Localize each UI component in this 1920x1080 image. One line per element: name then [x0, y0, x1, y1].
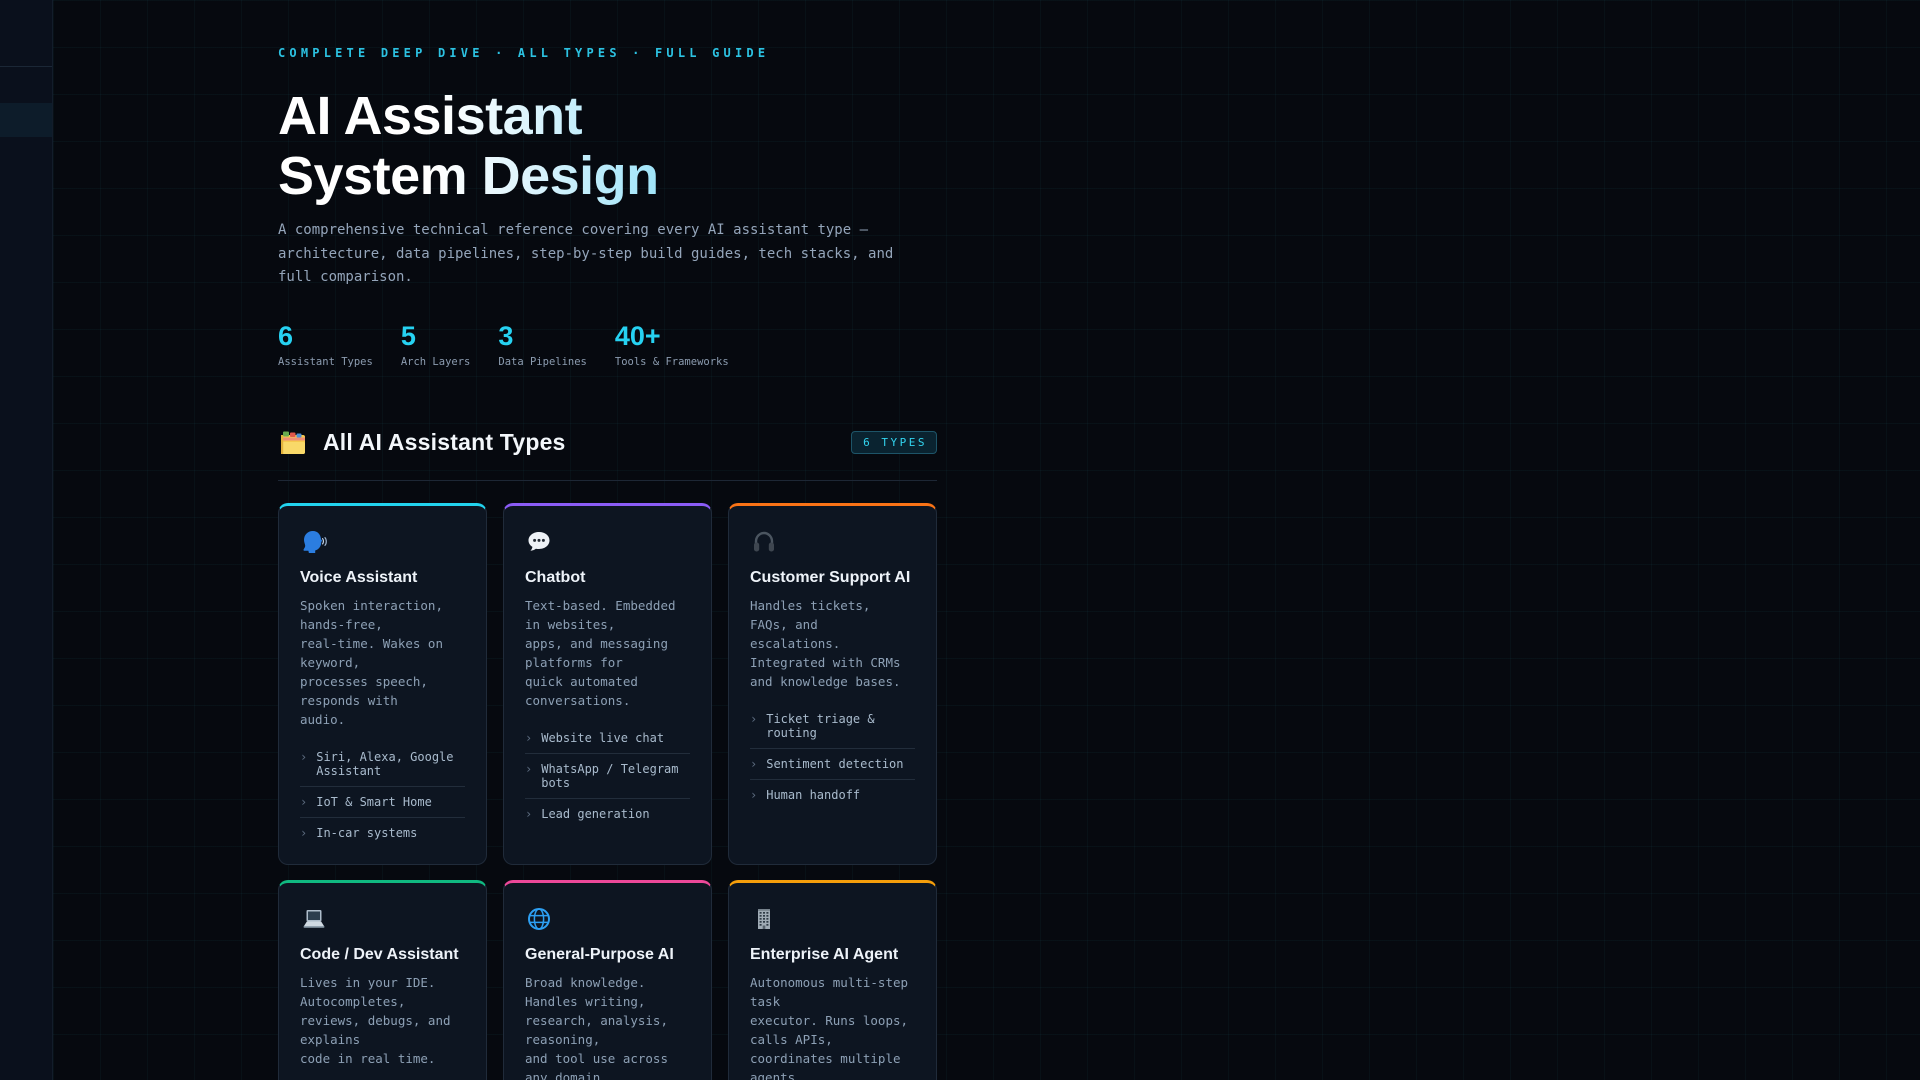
- card-code-dev-assistant[interactable]: Code / Dev Assistant Lives in your IDE. …: [278, 879, 487, 1080]
- card-description: Lives in your IDE. Autocompletes, review…: [300, 974, 451, 1066]
- list-item: › Website live chat: [525, 723, 690, 754]
- office-building-icon: [750, 905, 915, 933]
- list-item-text: Human handoff: [766, 787, 861, 802]
- card-chatbot[interactable]: Chatbot Text-based. Embedded in websites…: [503, 502, 712, 865]
- list-item: › WhatsApp / Telegram bots: [525, 754, 690, 799]
- types-count-badge: 6 TYPES: [851, 431, 937, 454]
- speaking-head-icon: [300, 528, 465, 556]
- assistant-types-section: All AI Assistant Types 6 TYPES Voice Ass…: [278, 428, 937, 1080]
- main-content: COMPLETE DEEP DIVE · ALL TYPES · FULL GU…: [53, 0, 1920, 1080]
- laptop-icon: [300, 905, 465, 933]
- card-description: Handles tickets, FAQs, and escalations. …: [750, 597, 901, 689]
- card-enterprise-ai-agent[interactable]: Enterprise AI Agent Autonomous multi-ste…: [728, 879, 937, 1080]
- list-item: › Lead generation: [525, 799, 690, 823]
- list-item: › In-car systems: [300, 818, 465, 842]
- chevron-icon: ›: [750, 711, 758, 726]
- list-item: › Ticket triage & routing: [750, 704, 915, 749]
- card-description: Spoken interaction, hands-free, real-tim…: [300, 597, 443, 727]
- list-item-text: In-car systems: [316, 825, 418, 840]
- stat-data-pipelines: 3 Data Pipelines: [498, 321, 587, 368]
- sidebar: [0, 0, 53, 1080]
- sidebar-nav-item-active[interactable]: [0, 103, 52, 137]
- eyebrow-text: COMPLETE DEEP DIVE · ALL TYPES · FULL GU…: [278, 46, 770, 60]
- list-item-text: Lead generation: [541, 806, 650, 821]
- globe-with-meridians-icon: [525, 905, 690, 933]
- assistant-type-cards: Voice Assistant Spoken interaction, hand…: [278, 502, 937, 1080]
- card-description: Broad knowledge. Handles writing, resear…: [525, 974, 668, 1080]
- list-item-text: Siri, Alexa, Google Assistant: [316, 749, 454, 778]
- chevron-icon: ›: [525, 761, 533, 776]
- card-title: Voice Assistant: [300, 568, 418, 586]
- content-column: COMPLETE DEEP DIVE · ALL TYPES · FULL GU…: [53, 0, 937, 1080]
- list-item: › IoT & Smart Home: [300, 787, 465, 818]
- list-item-text: WhatsApp / Telegram bots: [541, 761, 679, 790]
- card-title: Code / Dev Assistant: [300, 945, 459, 963]
- chevron-icon: ›: [300, 825, 308, 840]
- stat-value: 5: [400, 320, 416, 351]
- card-customer-support-ai[interactable]: Customer Support AI Handles tickets, FAQ…: [728, 502, 937, 865]
- section-header: All AI Assistant Types 6 TYPES: [278, 428, 937, 458]
- page-title: AI Assistant System Design: [278, 86, 659, 206]
- headphones-icon: [750, 528, 915, 556]
- card-title: General-Purpose AI: [525, 945, 674, 963]
- section-title: All AI Assistant Types: [323, 429, 566, 455]
- stat-label: Arch Layers: [400, 355, 471, 368]
- card-feature-list: › Website live chat › WhatsApp / Telegram …: [525, 723, 690, 823]
- card-description: Autonomous multi-step task executor. Run…: [750, 974, 909, 1080]
- page: COMPLETE DEEP DIVE · ALL TYPES · FULL GU…: [0, 0, 1920, 1080]
- card-title: Enterprise AI Agent: [750, 945, 899, 963]
- list-item-text: Sentiment detection: [766, 756, 904, 771]
- card-index-dividers-icon: [278, 428, 308, 458]
- list-item-text: IoT & Smart Home: [316, 794, 432, 809]
- stat-value: 40+: [614, 320, 661, 351]
- card-description: Text-based. Embedded in websites, apps, …: [525, 597, 676, 708]
- sidebar-nav-item[interactable]: [0, 67, 52, 103]
- section-divider: [278, 479, 937, 481]
- stat-arch-layers: 5 Arch Layers: [401, 321, 471, 368]
- chevron-icon: ›: [750, 756, 758, 771]
- stat-value: 6: [278, 320, 294, 351]
- stat-label: Assistant Types: [278, 355, 373, 368]
- list-item-text: Website live chat: [541, 730, 665, 745]
- list-item: › Sentiment detection: [750, 749, 915, 780]
- stats-row: 6 Assistant Types 5 Arch Layers 3 Data P…: [278, 321, 937, 368]
- stat-label: Tools & Frameworks: [614, 355, 729, 368]
- card-title: Customer Support AI: [750, 568, 911, 586]
- chevron-icon: ›: [525, 730, 533, 745]
- chevron-icon: ›: [750, 787, 758, 802]
- card-voice-assistant[interactable]: Voice Assistant Spoken interaction, hand…: [278, 502, 487, 865]
- list-item-text: Ticket triage & routing: [766, 711, 875, 740]
- sidebar-logo-area: [0, 0, 52, 67]
- card-feature-list: › Ticket triage & routing › Sentiment dete…: [750, 704, 915, 804]
- card-general-purpose-ai[interactable]: General-Purpose AI Broad knowledge. Hand…: [503, 879, 712, 1080]
- chevron-icon: ›: [525, 806, 533, 821]
- chevron-icon: ›: [300, 749, 308, 764]
- stat-assistant-types: 6 Assistant Types: [278, 321, 373, 368]
- list-item: › Siri, Alexa, Google Assistant: [300, 742, 465, 787]
- card-title: Chatbot: [525, 568, 586, 586]
- stat-value: 3: [498, 320, 514, 351]
- list-item: › Human handoff: [750, 780, 915, 804]
- page-subtitle: A comprehensive technical reference cove…: [278, 222, 894, 285]
- stat-label: Data Pipelines: [498, 355, 587, 368]
- speech-balloon-icon: [525, 528, 690, 556]
- stat-tools-frameworks: 40+ Tools & Frameworks: [615, 321, 729, 368]
- card-feature-list: › Siri, Alexa, Google Assistant › IoT & Sm…: [300, 742, 465, 842]
- chevron-icon: ›: [300, 794, 308, 809]
